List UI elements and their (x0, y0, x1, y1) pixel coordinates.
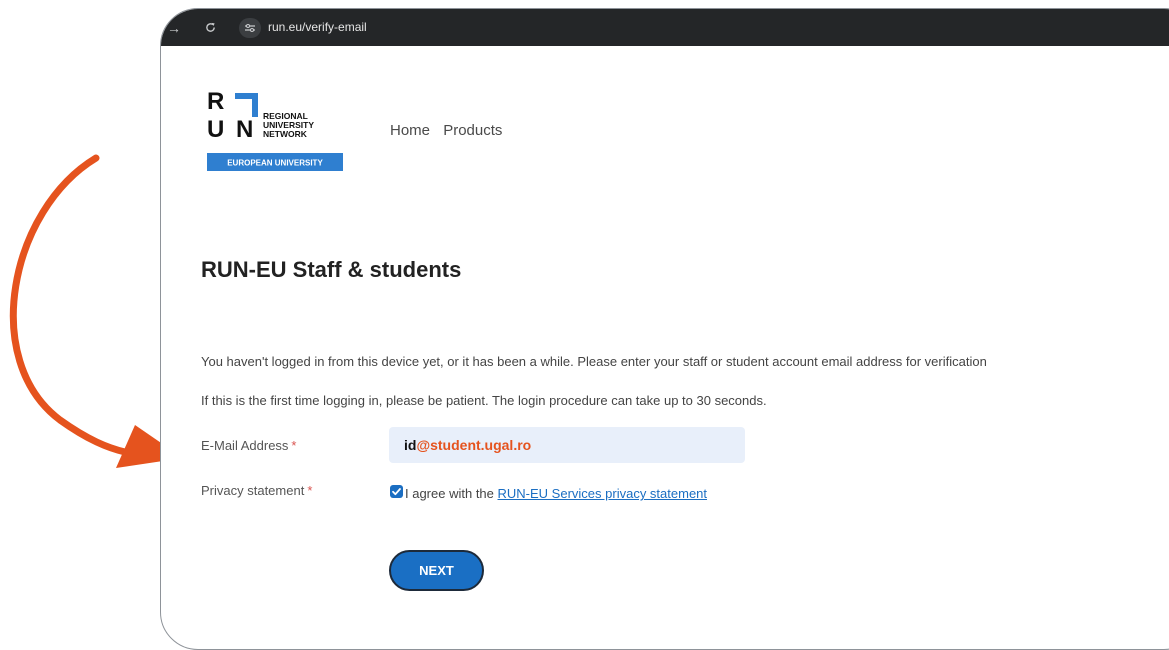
run-eu-logo[interactable]: R U N REGIONAL UNIVERSITY NETWORK EUROPE… (206, 87, 346, 171)
privacy-agree-text: I agree with the (405, 486, 494, 501)
privacy-statement-link[interactable]: RUN-EU Services privacy statement (498, 486, 708, 501)
svg-text:NETWORK: NETWORK (263, 129, 308, 139)
svg-text:R: R (207, 88, 224, 115)
privacy-agreement: I agree with the RUN-EU Services privacy… (389, 483, 729, 505)
browser-toolbar: → run.eu/verify-email (161, 9, 1169, 46)
site-settings-icon[interactable] (239, 18, 261, 38)
nav-products[interactable]: Products (443, 122, 502, 139)
back-arrow-icon[interactable]: → (167, 9, 181, 46)
browser-window: → run.eu/verify-email R U N REGIONAL UNI… (160, 8, 1169, 650)
required-mark: * (307, 483, 313, 498)
address-bar-url[interactable]: run.eu/verify-email (268, 9, 367, 46)
email-user-part: id (404, 437, 417, 453)
email-label: E-Mail Address * (201, 438, 296, 453)
privacy-label: Privacy statement * (201, 483, 312, 498)
page-title: RUN-EU Staff & students (201, 257, 462, 282)
patience-text: If this is the first time logging in, pl… (201, 393, 767, 408)
checkmark-icon (392, 488, 401, 496)
email-label-text: E-Mail Address (201, 438, 289, 453)
reload-icon[interactable] (205, 9, 216, 46)
next-button[interactable]: NEXT (389, 550, 484, 591)
privacy-label-text: Privacy statement (201, 483, 305, 498)
email-input[interactable]: id@student.ugal.ro (389, 427, 745, 463)
main-nav: Home Products (390, 122, 511, 139)
required-mark: * (291, 438, 297, 453)
svg-text:EUROPEAN UNIVERSITY: EUROPEAN UNIVERSITY (227, 159, 323, 168)
intro-text: You haven't logged in from this device y… (201, 354, 987, 369)
nav-home[interactable]: Home (390, 122, 430, 139)
privacy-checkbox[interactable] (390, 485, 403, 498)
svg-text:N: N (236, 116, 253, 143)
svg-text:U: U (207, 116, 224, 143)
email-domain-part: @student.ugal.ro (416, 437, 532, 453)
